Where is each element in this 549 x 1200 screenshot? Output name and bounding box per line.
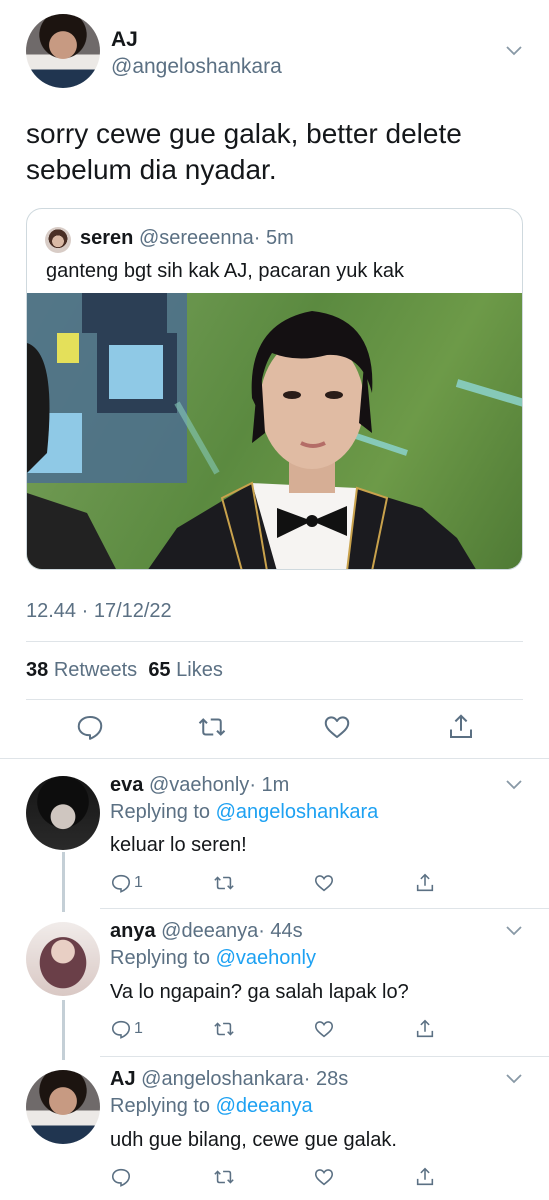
quoted-tweet[interactable]: seren @sereeenna· 5m ganteng bgt sih kak… [26,208,523,570]
reply-text: udh gue bilang, cewe gue galak. [110,1129,397,1151]
tweet-actions [0,712,549,748]
chevron-down-icon[interactable] [506,926,522,936]
reply-icon[interactable] [75,712,105,742]
chevron-down-icon[interactable] [506,780,522,790]
like-button[interactable] [313,1016,335,1042]
author-handle[interactable]: @angeloshankara [111,55,282,79]
replying-to-label: Replying to [110,801,211,823]
retweet-icon [214,876,234,890]
author-handle[interactable]: @vaehonly [149,774,249,796]
share-button[interactable] [414,1016,436,1042]
reply-actions [0,1164,549,1190]
like-button[interactable] [313,1164,335,1190]
replying-to-handle[interactable]: @angeloshankara [216,801,379,823]
divider [100,908,549,909]
reply-count: 1 [134,1020,143,1037]
replying-to-handle[interactable]: @deeanya [216,1095,313,1117]
quoted-author-handle: @sereeenna [138,227,254,249]
tweet-timestamp[interactable]: 12.44 · 17/12/22 [26,600,172,623]
quoted-tweet-header: seren @sereeenna· 5m [80,227,294,250]
reply-header: eva @vaehonly· 1m [110,774,289,797]
reply-icon [111,1020,131,1039]
reply-icon [111,874,131,893]
share-icon [416,873,434,892]
reply-time: · 28s [303,1068,349,1090]
reply-header: AJ @angeloshankara· 28s [110,1068,348,1091]
photo-illustration [27,293,522,569]
divider [26,641,523,642]
like-icon[interactable] [322,712,352,742]
quoted-photo[interactable] [27,293,522,569]
tweet-stats: 38 Retweets 65 Likes [26,659,223,682]
replying-to: Replying to @deeanya [110,1095,313,1118]
share-icon [416,1019,434,1038]
like-icon [314,1169,334,1186]
thread-line [62,852,65,912]
divider [26,699,523,700]
replying-to: Replying to @angeloshankara [110,801,378,824]
reply-time: · 1m [249,774,290,796]
reply-actions: 1 [0,870,549,896]
replying-to-handle[interactable]: @vaehonly [216,947,316,969]
author-handle[interactable]: @deeanya [161,920,258,942]
reply-button[interactable]: 1 [110,870,143,896]
share-button[interactable] [414,870,436,896]
reply-button[interactable]: 1 [110,1016,143,1042]
reply-text: Va lo ngapain? ga salah lapak lo? [110,981,409,1003]
reply-icon [111,1168,131,1187]
author-name[interactable]: AJ [111,28,138,52]
reply-count: 1 [134,874,143,891]
quoted-tweet-text: ganteng bgt sih kak AJ, pacaran yuk kak [46,260,404,282]
quoted-author-name: seren [80,227,134,249]
reply-button[interactable] [110,1164,134,1190]
retweet-icon [214,1170,234,1184]
replying-to-label: Replying to [110,1095,211,1117]
like-icon [314,875,334,892]
retweet-button[interactable] [213,1164,235,1190]
quoted-time: · 5m [253,227,294,249]
like-icon [314,1021,334,1038]
chevron-down-icon[interactable] [506,46,522,56]
like-button[interactable] [313,870,335,896]
retweet-button[interactable] [213,1016,235,1042]
reply-actions: 1 [0,1016,549,1042]
avatar[interactable] [26,776,100,850]
thread-line [62,1000,65,1060]
section-divider [0,758,549,759]
likes-label[interactable]: Likes [176,659,223,681]
reply-time: · 44s [258,920,303,942]
retweet-button[interactable] [213,870,235,896]
reply-header: anya @deeanya· 44s [110,920,303,943]
avatar [45,227,71,253]
author-handle[interactable]: @angeloshankara [141,1068,304,1090]
reply-text: keluar lo seren! [110,834,247,856]
tweet-text: sorry cewe gue galak, better delete sebe… [26,118,462,185]
share-icon [416,1167,434,1186]
retweet-icon[interactable] [197,712,227,742]
author-name[interactable]: AJ [110,1068,136,1090]
retweets-label[interactable]: Retweets [54,659,137,681]
avatar[interactable] [26,922,100,996]
retweet-count[interactable]: 38 [26,659,48,681]
like-count[interactable]: 65 [148,659,170,681]
replying-to: Replying to @vaehonly [110,947,316,970]
author-name[interactable]: anya [110,920,156,942]
chevron-down-icon[interactable] [506,1074,522,1084]
avatar[interactable] [26,14,100,88]
share-button[interactable] [414,1164,436,1190]
avatar[interactable] [26,1070,100,1144]
divider [100,1056,549,1057]
share-icon[interactable] [446,712,476,742]
replying-to-label: Replying to [110,947,211,969]
retweet-icon [214,1022,234,1036]
author-name[interactable]: eva [110,774,143,796]
